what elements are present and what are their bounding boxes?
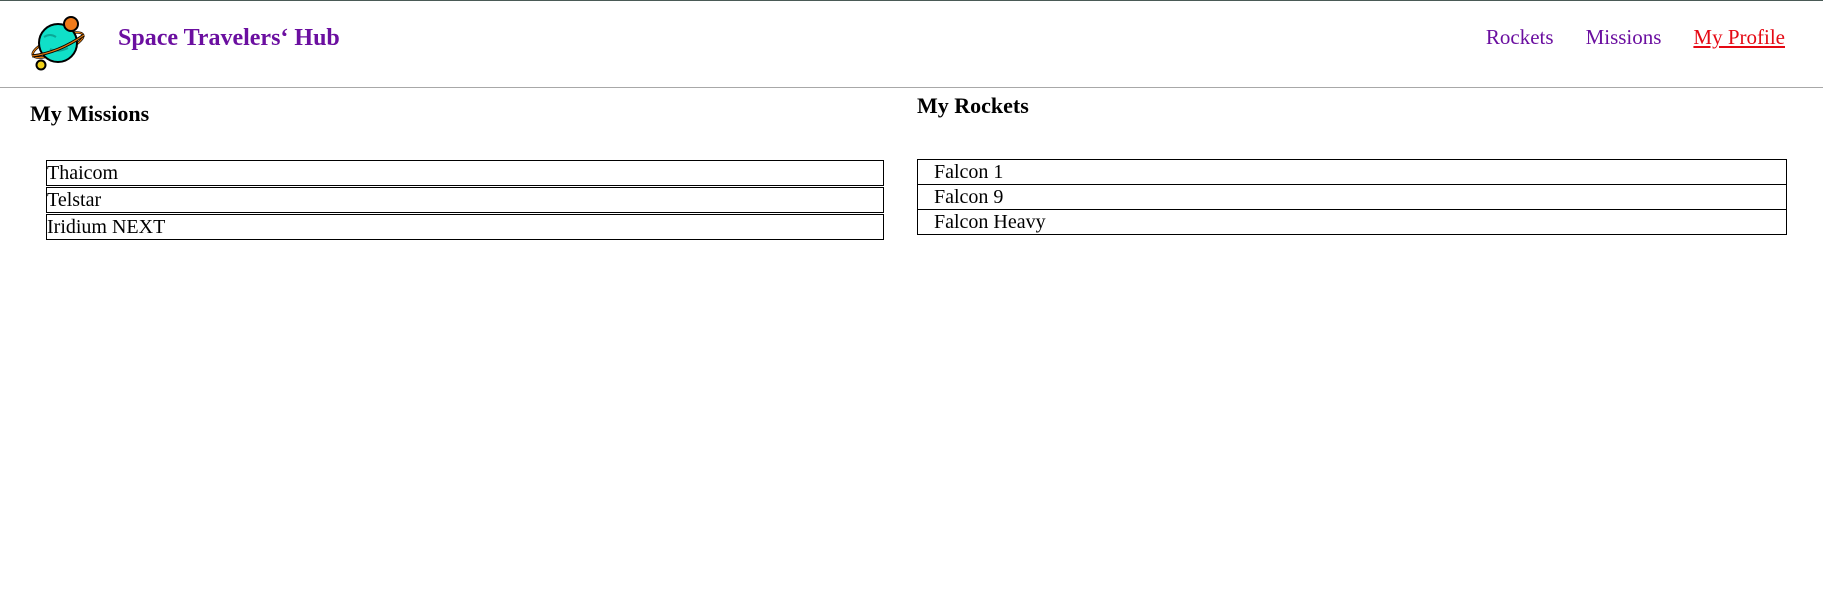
rockets-list: Falcon 1 Falcon 9 Falcon Heavy [917, 159, 1787, 235]
rocket-item: Falcon Heavy [918, 209, 1786, 234]
planet-logo-icon[interactable] [30, 15, 90, 73]
nav-missions[interactable]: Missions [1586, 25, 1662, 50]
rocket-item: Falcon 1 [934, 161, 1004, 183]
nav-rockets[interactable]: Rockets [1486, 25, 1554, 50]
mission-item: Iridium NEXT [46, 214, 884, 240]
site-header: Space Travelers‘ Hub Rockets Missions My… [0, 1, 1823, 88]
my-rockets-heading: My Rockets [917, 93, 1029, 118]
main-nav: Rockets Missions My Profile [1486, 25, 1785, 50]
nav-my-profile[interactable]: My Profile [1693, 25, 1785, 50]
site-title: Space Travelers‘ Hub [118, 25, 340, 51]
mission-item: Telstar [46, 187, 884, 213]
my-missions-heading: My Missions [30, 101, 150, 126]
rocket-item: Falcon 9 [918, 184, 1786, 209]
missions-list: Thaicom Telstar Iridium NEXT [46, 160, 884, 241]
mission-item: Thaicom [46, 160, 884, 186]
